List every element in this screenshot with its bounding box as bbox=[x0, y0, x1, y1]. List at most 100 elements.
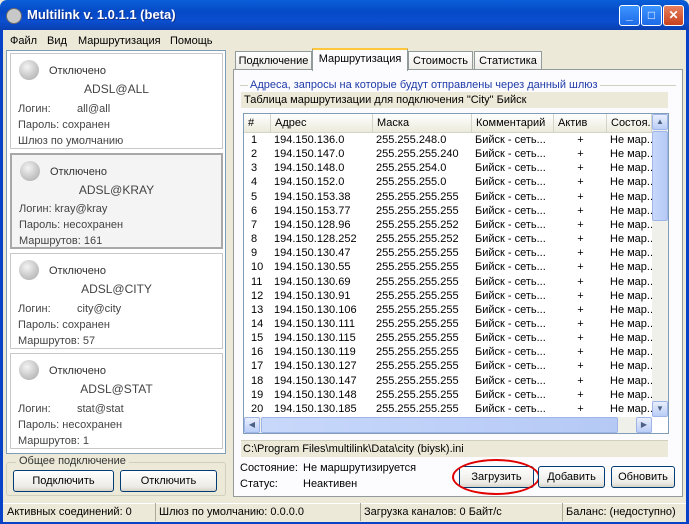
add-button[interactable]: Добавить bbox=[538, 466, 605, 488]
menu-view[interactable]: Вид bbox=[47, 33, 67, 49]
connection-card-stat[interactable]: Отключено ADSL@STAT Логин: stat@stat Пар… bbox=[10, 353, 223, 449]
cell-number: 3 bbox=[251, 162, 258, 175]
scroll-up-icon[interactable]: ▲ bbox=[652, 114, 668, 130]
maximize-button[interactable]: □ bbox=[641, 5, 662, 26]
cell-mask: 255.255.255.255 bbox=[376, 289, 459, 302]
cell-number: 20 bbox=[251, 402, 264, 415]
cell-address: 194.150.148.0 bbox=[274, 162, 345, 175]
table-row[interactable]: 5 194.150.153.38 255.255.255.255 Бийск - се… bbox=[244, 191, 652, 205]
tab-statistics[interactable]: Статистика bbox=[474, 51, 542, 70]
connection-name: ADSL@CITY bbox=[81, 282, 152, 296]
table-row[interactable]: 13 194.150.130.106 255.255.255.255 Бийск - … bbox=[244, 304, 652, 318]
app-icon[interactable] bbox=[6, 8, 22, 24]
cell-comment: Бийск - сеть... bbox=[475, 233, 546, 246]
column-header-state[interactable]: Состоя... bbox=[607, 114, 652, 133]
menu-routing[interactable]: Маршрутизация bbox=[78, 33, 161, 49]
cell-comment: Бийск - сеть... bbox=[475, 402, 546, 415]
column-header-number[interactable]: # bbox=[244, 114, 271, 133]
login-label: Логин: bbox=[18, 103, 51, 115]
table-row[interactable]: 3 194.150.148.0 255.255.254.0 Бийск - сеть.… bbox=[244, 162, 652, 176]
scroll-down-icon[interactable]: ▼ bbox=[652, 401, 668, 417]
scroll-right-icon[interactable]: ▶ bbox=[636, 417, 652, 433]
table-row[interactable]: 2 194.150.147.0 255.255.255.240 Бийск - сет… bbox=[244, 148, 652, 162]
table-row[interactable]: 7 194.150.128.96 255.255.255.252 Бийск - се… bbox=[244, 219, 652, 233]
cell-number: 19 bbox=[251, 388, 264, 401]
connection-card-kray[interactable]: Отключено ADSL@KRAY Логин: kray@kray Пар… bbox=[10, 153, 223, 249]
close-icon: ✕ bbox=[668, 8, 679, 22]
cell-active: + bbox=[577, 317, 584, 330]
table-row[interactable]: 17 194.150.130.127 255.255.255.255 Бийск - … bbox=[244, 360, 652, 374]
disconnect-button[interactable]: Отключить bbox=[120, 470, 217, 492]
cell-number: 7 bbox=[251, 218, 258, 231]
cell-comment: Бийск - сеть... bbox=[475, 204, 546, 217]
table-row[interactable]: 9 194.150.130.47 255.255.255.255 Бийск - се… bbox=[244, 247, 652, 261]
column-header-address[interactable]: Адрес bbox=[271, 114, 373, 133]
scroll-left-icon[interactable]: ◀ bbox=[244, 417, 260, 433]
table-row[interactable]: 12 194.150.130.91 255.255.255.255 Бийск - с… bbox=[244, 290, 652, 304]
cell-state: Не мар... bbox=[610, 289, 652, 302]
connection-card-city[interactable]: Отключено ADSL@CITY Логин: city@city Пар… bbox=[10, 253, 223, 349]
minimize-button[interactable]: _ bbox=[619, 5, 640, 26]
table-row[interactable]: 4 194.150.152.0 255.255.255.0 Бийск - сеть.… bbox=[244, 176, 652, 190]
cell-comment: Бийск - сеть... bbox=[475, 374, 546, 387]
table-row[interactable]: 19 194.150.130.148 255.255.255.255 Бийск - … bbox=[244, 389, 652, 403]
cell-mask: 255.255.248.0 bbox=[376, 134, 447, 146]
horizontal-scrollbar[interactable]: ◀ ▶ bbox=[244, 417, 652, 433]
cell-mask: 255.255.255.252 bbox=[376, 233, 459, 246]
state-label: Состояние: bbox=[240, 462, 298, 474]
table-row[interactable]: 20 194.150.130.185 255.255.255.255 Бийск - … bbox=[244, 403, 652, 417]
cell-comment: Бийск - сеть... bbox=[475, 360, 546, 373]
minimize-icon: _ bbox=[626, 8, 633, 22]
close-button[interactable]: ✕ bbox=[663, 5, 684, 26]
table-row[interactable]: 18 194.150.130.147 255.255.255.255 Бийск - … bbox=[244, 375, 652, 389]
cell-comment: Бийск - сеть... bbox=[475, 346, 546, 359]
table-row[interactable]: 6 194.150.153.77 255.255.255.255 Бийск - се… bbox=[244, 205, 652, 219]
status-channel-load: Загрузка каналов: 0 Байт/с bbox=[361, 503, 563, 521]
login-value: all@all bbox=[77, 103, 111, 115]
password-label: Пароль: несохранен bbox=[18, 419, 123, 431]
menu-help[interactable]: Помощь bbox=[170, 33, 213, 49]
table-row[interactable]: 10 194.150.130.55 255.255.255.255 Бийск - с… bbox=[244, 261, 652, 275]
routing-table[interactable]: # Адрес Маска Комментарий Актив Состоя..… bbox=[243, 113, 669, 434]
cell-number: 6 bbox=[251, 204, 258, 217]
cell-state: Не мар... bbox=[610, 374, 652, 387]
cell-number: 14 bbox=[251, 317, 264, 330]
connection-card-all[interactable]: Отключено ADSL@ALL Логин: all@all Пароль… bbox=[10, 53, 223, 149]
cell-address: 194.150.130.106 bbox=[274, 303, 357, 316]
column-header-comment[interactable]: Комментарий bbox=[472, 114, 554, 133]
column-header-mask[interactable]: Маска bbox=[373, 114, 472, 133]
login-label: Логин: kray@kray bbox=[19, 203, 108, 215]
refresh-button[interactable]: Обновить bbox=[611, 466, 675, 488]
horizontal-scroll-thumb[interactable] bbox=[261, 417, 618, 433]
status-led-icon bbox=[19, 60, 39, 80]
cell-active: + bbox=[577, 176, 584, 189]
vertical-scrollbar[interactable]: ▲ ▼ bbox=[652, 114, 668, 417]
status-led-icon bbox=[19, 360, 39, 380]
connect-button[interactable]: Подключить bbox=[13, 470, 114, 492]
column-header-active[interactable]: Актив bbox=[554, 114, 607, 133]
routes-group-title: Адреса, запросы на которые будут отправл… bbox=[248, 79, 600, 91]
table-row[interactable]: 1 194.150.136.0 255.255.248.0 Бийск - сеть.… bbox=[244, 134, 652, 148]
tab-connection[interactable]: Подключение bbox=[235, 51, 312, 70]
cell-mask: 255.255.255.252 bbox=[376, 218, 459, 231]
login-label: Логин: bbox=[18, 303, 51, 315]
cell-active: + bbox=[577, 332, 584, 345]
cell-address: 194.150.153.38 bbox=[274, 190, 351, 203]
table-row[interactable]: 11 194.150.130.69 255.255.255.255 Бийск - с… bbox=[244, 276, 652, 290]
table-row[interactable]: 16 194.150.130.119 255.255.255.255 Бийск - … bbox=[244, 346, 652, 360]
connection-list[interactable]: Отключено ADSL@ALL Логин: all@all Пароль… bbox=[6, 50, 226, 454]
cell-state: Не мар... bbox=[610, 148, 652, 161]
cell-state: Не мар... bbox=[610, 190, 652, 203]
tab-routing[interactable]: Маршрутизация bbox=[312, 48, 408, 71]
routing-table-caption: Таблица маршрутизации для подключения "C… bbox=[241, 92, 668, 108]
menu-file[interactable]: Файл bbox=[10, 33, 37, 49]
connection-state: Отключено bbox=[49, 65, 106, 77]
table-row[interactable]: 14 194.150.130.111 255.255.255.255 Бийск - … bbox=[244, 318, 652, 332]
table-row[interactable]: 8 194.150.128.252 255.255.255.252 Бийск - с… bbox=[244, 233, 652, 247]
tab-cost[interactable]: Стоимость bbox=[408, 51, 473, 70]
table-row[interactable]: 15 194.150.130.115 255.255.255.255 Бийск - … bbox=[244, 332, 652, 346]
cell-state: Не мар... bbox=[610, 134, 652, 146]
cell-number: 16 bbox=[251, 346, 264, 359]
vertical-scroll-thumb[interactable] bbox=[652, 131, 668, 221]
cell-state: Не мар... bbox=[610, 176, 652, 189]
